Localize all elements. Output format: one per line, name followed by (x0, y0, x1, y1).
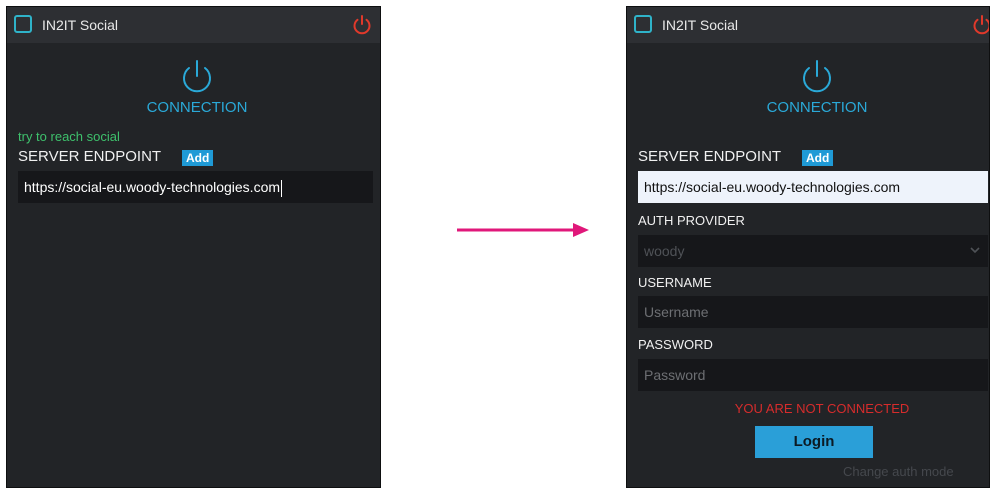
chevron-down-icon (970, 247, 980, 254)
text-caret (281, 179, 283, 197)
connection-label: CONNECTION (766, 99, 868, 116)
server-endpoint-input[interactable]: https://social-eu.woody-technologies.com (638, 171, 988, 203)
add-endpoint-button[interactable]: Add (802, 150, 834, 166)
password-input[interactable]: Password (638, 359, 988, 391)
app-window-after: IN2IT Social CONNECTION SERVER ENDPOINT … (626, 6, 990, 488)
password-label: PASSWORD (638, 337, 713, 352)
server-endpoint-label: SERVER ENDPOINT (18, 148, 162, 165)
title-bar: IN2IT Social (627, 7, 989, 43)
server-endpoint-value: https://social-eu.woody-technologies.com (24, 179, 281, 195)
auth-provider-select[interactable]: woody (638, 235, 988, 267)
connection-label: CONNECTION (146, 99, 248, 116)
connection-status: YOU ARE NOT CONNECTED (734, 401, 910, 416)
arrow-right-icon (457, 223, 589, 237)
power-icon[interactable] (350, 13, 374, 37)
power-icon[interactable] (970, 13, 990, 37)
square-logo-icon (634, 15, 652, 33)
connection-power-icon[interactable] (177, 57, 217, 97)
auth-provider-label: AUTH PROVIDER (638, 213, 745, 228)
app-title: IN2IT Social (662, 17, 738, 33)
change-auth-mode-link[interactable]: Change auth mode (843, 464, 954, 479)
server-endpoint-input[interactable]: https://social-eu.woody-technologies.com (18, 171, 373, 203)
login-button[interactable]: Login (755, 426, 873, 458)
title-bar: IN2IT Social (7, 7, 380, 43)
username-label: USERNAME (638, 275, 712, 290)
connection-power-icon[interactable] (797, 57, 837, 97)
auth-provider-value: woody (644, 243, 685, 259)
username-input[interactable]: Username (638, 296, 988, 328)
status-text: try to reach social (18, 129, 120, 144)
app-window-before: IN2IT Social CONNECTION try to reach soc… (6, 6, 381, 488)
server-endpoint-label: SERVER ENDPOINT (638, 148, 782, 165)
app-title: IN2IT Social (42, 17, 118, 33)
add-endpoint-button[interactable]: Add (182, 150, 214, 166)
square-logo-icon (14, 15, 32, 33)
